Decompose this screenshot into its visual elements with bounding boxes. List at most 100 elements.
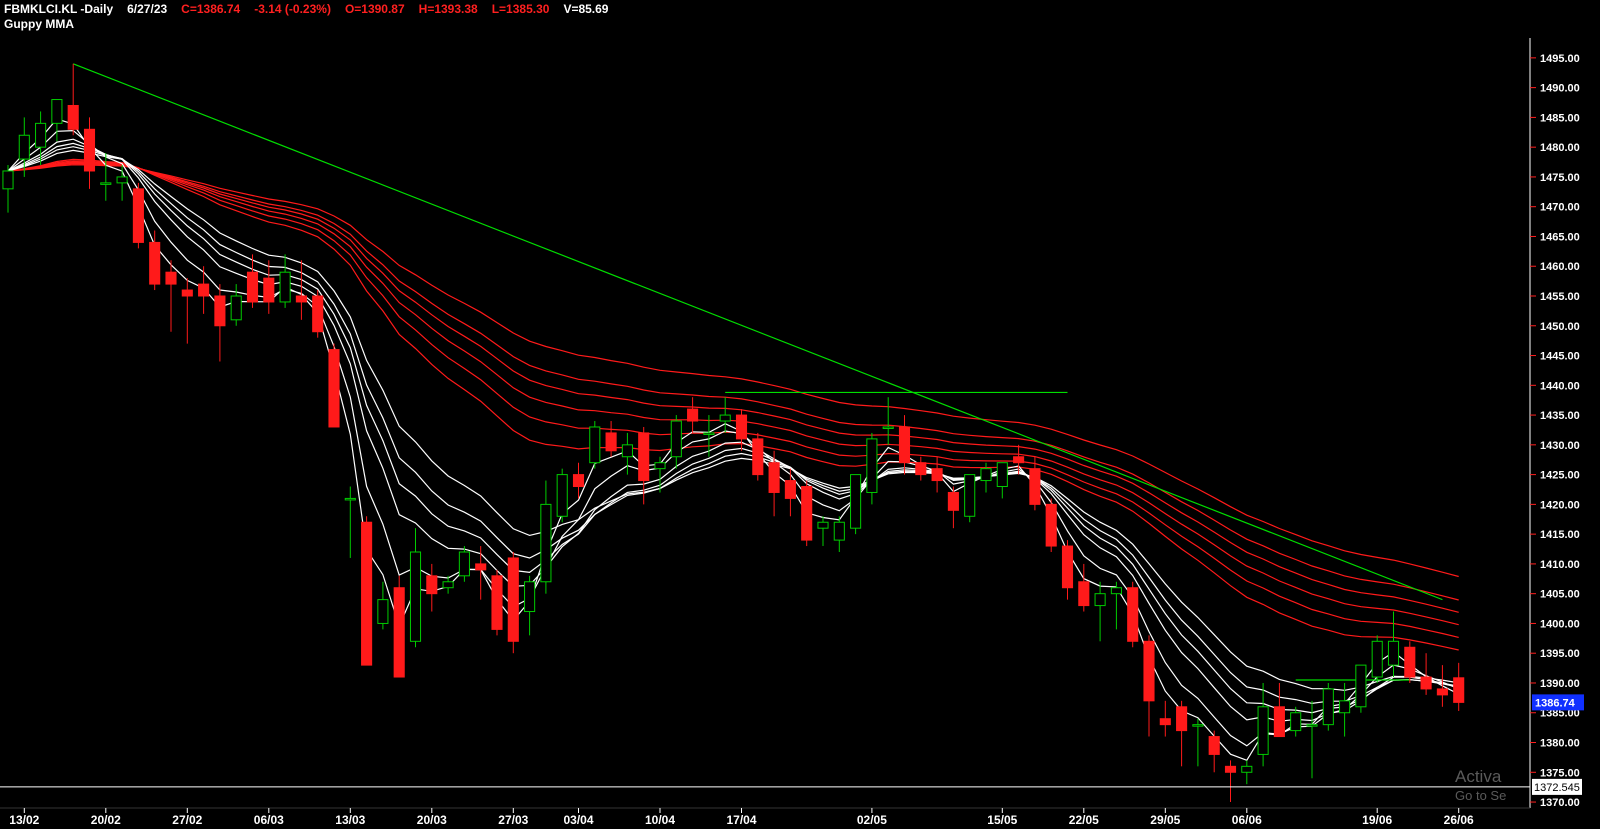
candle-up: [540, 503, 552, 583]
candle-up: [833, 521, 845, 541]
y-tick-label: 1475.00: [1540, 172, 1580, 184]
candle-up: [1339, 700, 1351, 714]
candle-up: [1192, 724, 1204, 727]
y-tick-label: 1485.00: [1540, 112, 1580, 124]
candle-up: [850, 474, 862, 529]
y-tick-label: 1400.00: [1540, 618, 1580, 630]
candle-up: [18, 134, 30, 160]
candle-up: [817, 521, 829, 529]
candle-down: [1127, 587, 1139, 642]
y-tick-label: 1470.00: [1540, 202, 1580, 214]
high-value: H=1393.38: [418, 2, 478, 16]
candle-down: [1013, 456, 1025, 464]
x-tick-label: 06/06: [1232, 813, 1262, 827]
date-label: 6/27/23: [127, 2, 168, 16]
candle-down: [491, 575, 503, 630]
candle-up: [279, 271, 291, 303]
candle-up: [621, 444, 633, 458]
candle-up: [654, 462, 666, 470]
y-tick-label: 1395.00: [1540, 648, 1580, 660]
x-tick-label: 17/04: [726, 813, 756, 827]
y-tick-label: 1390.00: [1540, 678, 1580, 690]
candle-down: [1061, 545, 1074, 589]
x-tick-label: 06/03: [254, 813, 284, 827]
y-tick-label: 1465.00: [1540, 231, 1580, 243]
candle-up: [980, 468, 992, 482]
candle-up: [458, 551, 470, 577]
candlestick-chart[interactable]: 1370.001375.001380.001385.001390.001395.…: [0, 0, 1600, 829]
candle-down: [67, 104, 79, 130]
candle-down: [572, 474, 585, 488]
candle-up: [1306, 724, 1318, 727]
candle-up: [35, 122, 47, 148]
x-tick-label: 19/06: [1362, 813, 1392, 827]
y-tick-label: 1460.00: [1540, 261, 1580, 273]
candle-down: [931, 468, 943, 482]
candle-up: [116, 176, 128, 184]
candle-down: [246, 271, 259, 303]
candle-down: [165, 271, 177, 285]
candle-up: [524, 581, 536, 613]
x-tick-label: 27/03: [498, 813, 528, 827]
candle-down: [83, 128, 96, 172]
candle-up: [1322, 688, 1334, 726]
y-tick-label: 1375.00: [1540, 767, 1580, 779]
x-tick-label: 03/04: [563, 813, 593, 827]
candle-up: [556, 474, 568, 517]
candle-up: [703, 432, 715, 435]
hline-price-label: 1372.545: [1534, 782, 1580, 794]
x-tick-label: 22/05: [1069, 813, 1099, 827]
y-tick-label: 1430.00: [1540, 440, 1580, 452]
x-tick-label: 13/03: [335, 813, 365, 827]
candle-down: [1273, 706, 1285, 738]
candle-down: [1420, 676, 1432, 690]
candle-up: [230, 295, 242, 321]
x-tick-label: 20/03: [417, 813, 447, 827]
candle-up: [100, 182, 112, 185]
candle-up: [1371, 640, 1383, 678]
y-tick-label: 1490.00: [1540, 83, 1580, 95]
candle-up: [442, 581, 454, 589]
candle-down: [214, 295, 226, 327]
candle-down: [426, 575, 438, 595]
candle-down: [263, 277, 275, 303]
y-tick-label: 1425.00: [1540, 470, 1580, 482]
x-tick-label: 29/05: [1150, 813, 1180, 827]
candle-down: [1208, 736, 1220, 755]
y-tick-label: 1455.00: [1540, 291, 1580, 303]
x-tick-label: 26/06: [1444, 813, 1474, 827]
candle-down: [295, 295, 307, 303]
candle-up: [882, 426, 894, 429]
y-tick-label: 1415.00: [1540, 529, 1580, 541]
candle-down: [768, 462, 780, 493]
x-tick-label: 10/04: [645, 813, 675, 827]
candle-down: [784, 480, 796, 499]
x-tick-label: 20/02: [91, 813, 121, 827]
y-tick-label: 1445.00: [1540, 351, 1580, 363]
candle-up: [589, 426, 601, 464]
change-value: -3.14 (-0.23%): [254, 2, 331, 16]
candle-up: [1241, 765, 1253, 773]
candle-down: [198, 283, 210, 297]
candle-up: [2, 170, 14, 190]
candle-down: [1143, 640, 1155, 702]
close-value: C=1386.74: [181, 2, 241, 16]
candle-down: [312, 295, 324, 333]
candle-down: [507, 557, 519, 642]
candle-down: [605, 432, 617, 452]
x-tick-label: 15/05: [987, 813, 1017, 827]
y-tick-label: 1380.00: [1540, 738, 1580, 750]
candle-up: [1355, 664, 1367, 708]
candle-up: [719, 414, 731, 422]
candle-up: [377, 599, 389, 624]
candle-up: [1094, 593, 1106, 607]
activation-watermark: Activa: [1455, 767, 1502, 786]
candle-down: [687, 408, 699, 422]
candle-down: [898, 426, 911, 464]
open-value: O=1390.87: [344, 2, 405, 16]
activation-watermark-sub: Go to Se: [1455, 788, 1507, 803]
candle-down: [1404, 646, 1416, 678]
candle-down: [132, 188, 144, 243]
y-tick-label: 1435.00: [1540, 410, 1580, 422]
candle-up: [344, 497, 356, 501]
